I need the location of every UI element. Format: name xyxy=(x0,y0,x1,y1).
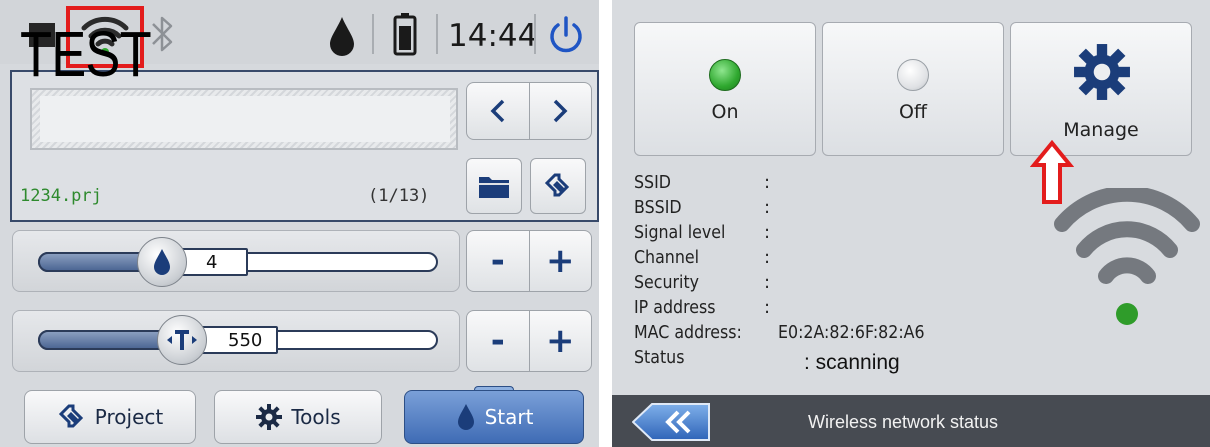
text-width-icon xyxy=(167,330,197,350)
project-label: Project xyxy=(94,405,164,429)
ink-drop-icon xyxy=(326,14,358,58)
ink-value: 4 xyxy=(206,251,218,273)
gear-icon xyxy=(1074,44,1130,100)
info-colon: : xyxy=(764,272,771,293)
info-label-ip-address: IP address xyxy=(634,297,716,318)
mac-address-value: E0:2A:82:6F:82:A6 xyxy=(778,322,925,343)
start-label: Start xyxy=(484,405,534,429)
status-value: : scanning xyxy=(804,351,900,374)
info-label-mac-address: MAC address: xyxy=(634,322,742,343)
battery-icon xyxy=(392,12,418,56)
status-separator xyxy=(436,14,438,54)
wifi-signal-icon xyxy=(1054,188,1200,325)
info-colon: : xyxy=(764,297,771,318)
wifi-off-button[interactable]: Off xyxy=(822,22,1004,156)
main-printer-screen: 14:44 TEST 1234.prj (1/13) 4 - + 550 - +… xyxy=(0,0,599,447)
message-prev-next xyxy=(466,82,592,140)
open-folder-button[interactable] xyxy=(466,158,522,214)
tools-button[interactable]: Tools xyxy=(214,390,382,444)
info-label-bssid: BSSID xyxy=(634,197,682,218)
wireless-status-screen: On Off Manage SSID BSSID Signal level Ch… xyxy=(612,0,1210,447)
ink-plus-button[interactable]: + xyxy=(530,231,592,291)
speed-stepper: - + xyxy=(466,310,592,372)
gear-icon xyxy=(256,404,283,430)
project-icon xyxy=(58,404,83,428)
info-colon: : xyxy=(764,247,771,268)
folder-icon xyxy=(479,177,509,198)
info-label-status: Status xyxy=(634,347,685,368)
edit-message-button[interactable] xyxy=(530,158,586,214)
wifi-manage-button[interactable]: Manage xyxy=(1010,22,1192,156)
project-button[interactable]: Project xyxy=(24,390,196,444)
file-counter: (1/13) xyxy=(368,186,430,206)
speed-minus-button[interactable]: - xyxy=(467,311,529,371)
wifi-on-button[interactable]: On xyxy=(634,22,816,156)
clock: 14:44 xyxy=(448,18,538,54)
message-text: TEST xyxy=(20,18,152,90)
tools-label: Tools xyxy=(291,405,341,429)
status-separator xyxy=(372,14,374,54)
on-led-icon xyxy=(709,59,741,91)
info-colon: : xyxy=(764,222,771,243)
bluetooth-icon[interactable] xyxy=(148,12,178,56)
project-file-name: 1234.prj xyxy=(20,186,102,206)
chevron-right-icon xyxy=(554,99,568,123)
prev-button[interactable] xyxy=(467,83,529,139)
ink-drop-icon xyxy=(154,249,170,275)
screenshot-root: 14:44 TEST 1234.prj (1/13) 4 - + 550 - +… xyxy=(0,0,1210,447)
info-colon: : xyxy=(764,172,771,193)
footer-bar: Wireless network status xyxy=(612,395,1210,447)
start-button[interactable]: Start xyxy=(404,390,584,444)
ink-stepper: - + xyxy=(466,230,592,292)
off-label: Off xyxy=(898,101,928,123)
manage-label: Manage xyxy=(1063,119,1139,141)
info-label-ssid: SSID xyxy=(634,172,671,193)
ink-slider-knob[interactable] xyxy=(137,237,187,287)
info-label-security: Security xyxy=(634,272,700,293)
back-button[interactable] xyxy=(632,403,710,441)
message-preview[interactable] xyxy=(30,88,458,150)
on-label: On xyxy=(711,101,739,123)
chevron-left-icon xyxy=(490,99,504,123)
ink-minus-button[interactable]: - xyxy=(467,231,529,291)
off-led-icon xyxy=(897,59,929,91)
info-label-signal-level: Signal level xyxy=(634,222,726,243)
edit-project-icon xyxy=(544,173,570,197)
speed-plus-button[interactable]: + xyxy=(530,311,592,371)
ink-drop-icon xyxy=(457,404,474,430)
annotation-arrow-icon xyxy=(1030,140,1074,204)
info-colon: : xyxy=(764,197,771,218)
screen-title: Wireless network status xyxy=(808,412,999,432)
speed-value: 550 xyxy=(228,329,263,351)
power-icon[interactable] xyxy=(546,14,586,56)
speed-slider-knob[interactable] xyxy=(157,315,207,365)
info-label-channel: Channel xyxy=(634,247,700,268)
status-separator xyxy=(534,14,536,54)
next-button[interactable] xyxy=(530,83,592,139)
